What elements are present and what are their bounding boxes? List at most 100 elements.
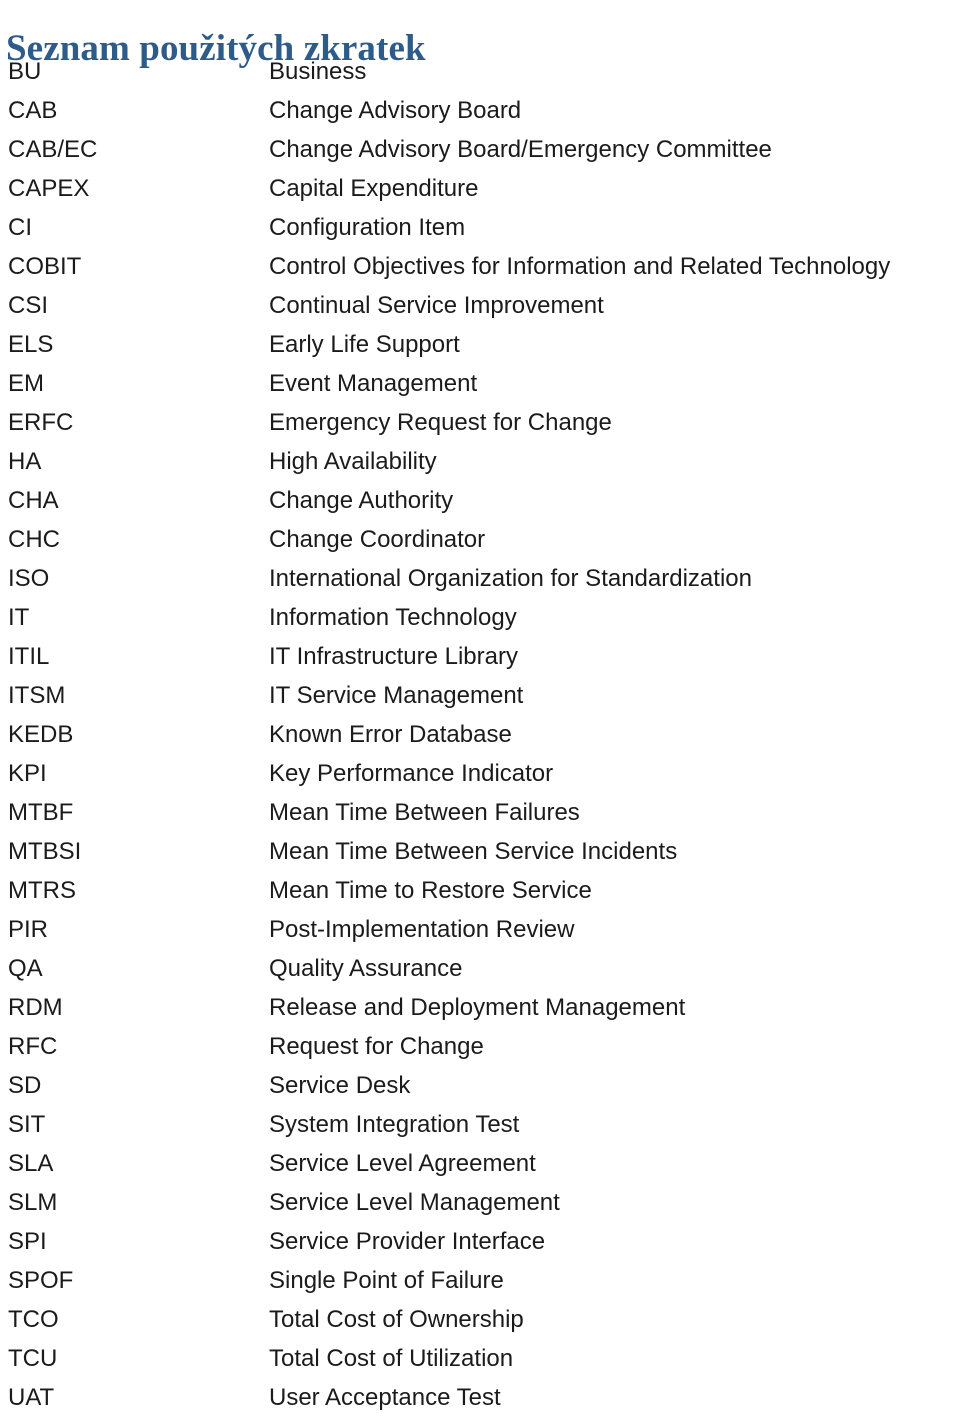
abbreviation-row: KEDB Known Error Database [0, 715, 960, 754]
abbreviation-definition: Business [269, 58, 367, 85]
abbreviation-term: ERFC [8, 409, 74, 436]
abbreviation-row: CSI Continual Service Improvement [0, 286, 960, 325]
abbreviation-term: QA [8, 955, 43, 982]
abbreviation-definition: International Organization for Standardi… [269, 565, 752, 592]
abbreviation-row: PIR Post-Implementation Review [0, 910, 960, 949]
abbreviation-definition: IT Service Management [269, 682, 524, 709]
abbreviation-term: COBIT [8, 253, 82, 280]
abbreviation-definition: Service Desk [269, 1072, 411, 1099]
abbreviation-term: ISO [8, 565, 50, 592]
abbreviation-row: MTRS Mean Time to Restore Service [0, 871, 960, 910]
abbreviation-row: CHC Change Coordinator [0, 520, 960, 559]
abbreviation-list: BU Business CAB Change Advisory Board CA… [0, 52, 960, 1417]
abbreviation-row: MTBSI Mean Time Between Service Incident… [0, 832, 960, 871]
document-page: Seznam použitých zkratek BU Business CAB… [0, 0, 960, 1411]
abbreviation-row: TCU Total Cost of Utilization [0, 1339, 960, 1378]
abbreviation-row: SD Service Desk [0, 1066, 960, 1105]
abbreviation-row: COBIT Control Objectives for Information… [0, 247, 960, 286]
abbreviation-definition: Total Cost of Ownership [269, 1306, 524, 1333]
abbreviation-definition: Service Level Agreement [269, 1150, 536, 1177]
abbreviation-definition: Mean Time Between Failures [269, 799, 580, 826]
abbreviation-term: KPI [8, 760, 47, 787]
abbreviation-row: SPI Service Provider Interface [0, 1222, 960, 1261]
abbreviation-term: SLM [8, 1189, 58, 1216]
abbreviation-row: ITSM IT Service Management [0, 676, 960, 715]
abbreviation-row: CAB/EC Change Advisory Board/Emergency C… [0, 130, 960, 169]
abbreviation-term: EM [8, 370, 44, 397]
abbreviation-term: ITIL [8, 643, 50, 670]
abbreviation-term: RFC [8, 1033, 58, 1060]
abbreviation-definition: Mean Time Between Service Incidents [269, 838, 678, 865]
abbreviation-row: SLM Service Level Management [0, 1183, 960, 1222]
abbreviation-definition: IT Infrastructure Library [269, 643, 518, 670]
abbreviation-row: ERFC Emergency Request for Change [0, 403, 960, 442]
abbreviation-term: RDM [8, 994, 63, 1021]
abbreviation-definition: Configuration Item [269, 214, 466, 241]
abbreviation-term: ITSM [8, 682, 66, 709]
abbreviation-row: MTBF Mean Time Between Failures [0, 793, 960, 832]
abbreviation-term: PIR [8, 916, 49, 943]
abbreviation-row: RFC Request for Change [0, 1027, 960, 1066]
abbreviation-term: MTRS [8, 877, 76, 904]
abbreviation-term: UAT [8, 1384, 55, 1411]
abbreviation-row: SPOF Single Point of Failure [0, 1261, 960, 1300]
abbreviation-term: MTBF [8, 799, 74, 826]
abbreviation-definition: Emergency Request for Change [269, 409, 612, 436]
abbreviation-definition: Capital Expenditure [269, 175, 479, 202]
abbreviation-definition: User Acceptance Test [269, 1384, 501, 1411]
abbreviation-row: RDM Release and Deployment Management [0, 988, 960, 1027]
abbreviation-definition: Change Coordinator [269, 526, 486, 553]
abbreviation-term: SIT [8, 1111, 46, 1138]
abbreviation-row: UAT User Acceptance Test [0, 1378, 960, 1417]
abbreviation-row: SIT System Integration Test [0, 1105, 960, 1144]
abbreviation-term: KEDB [8, 721, 74, 748]
abbreviation-row: CI Configuration Item [0, 208, 960, 247]
abbreviation-row: QA Quality Assurance [0, 949, 960, 988]
abbreviation-term: ELS [8, 331, 54, 358]
abbreviation-definition: Key Performance Indicator [269, 760, 554, 787]
abbreviation-definition: Release and Deployment Management [269, 994, 686, 1021]
abbreviation-row: ISO International Organization for Stand… [0, 559, 960, 598]
abbreviation-row: CAPEX Capital Expenditure [0, 169, 960, 208]
abbreviation-definition: Single Point of Failure [269, 1267, 504, 1294]
abbreviation-term: IT [8, 604, 30, 631]
abbreviation-definition: Early Life Support [269, 331, 460, 358]
abbreviation-row: SLA Service Level Agreement [0, 1144, 960, 1183]
abbreviation-term: CSI [8, 292, 49, 319]
abbreviation-term: SPOF [8, 1267, 74, 1294]
abbreviation-row: CHA Change Authority [0, 481, 960, 520]
abbreviation-definition: Post-Implementation Review [269, 916, 575, 943]
abbreviation-definition: System Integration Test [269, 1111, 520, 1138]
abbreviation-term: TCU [8, 1345, 58, 1372]
abbreviation-term: MTBSI [8, 838, 82, 865]
abbreviation-term: SPI [8, 1228, 47, 1255]
abbreviation-term: CI [8, 214, 32, 241]
abbreviation-definition: Change Advisory Board/Emergency Committe… [269, 136, 772, 163]
abbreviation-definition: Quality Assurance [269, 955, 463, 982]
abbreviation-definition: Control Objectives for Information and R… [269, 253, 891, 280]
abbreviation-definition: Event Management [269, 370, 478, 397]
abbreviation-row: KPI Key Performance Indicator [0, 754, 960, 793]
abbreviation-term: CAPEX [8, 175, 90, 202]
abbreviation-definition: Service Provider Interface [269, 1228, 546, 1255]
abbreviation-row: BU Business [0, 52, 960, 91]
abbreviation-row: TCO Total Cost of Ownership [0, 1300, 960, 1339]
abbreviation-definition: Request for Change [269, 1033, 484, 1060]
abbreviation-row: ITIL IT Infrastructure Library [0, 637, 960, 676]
abbreviation-definition: Known Error Database [269, 721, 512, 748]
abbreviation-row: IT Information Technology [0, 598, 960, 637]
abbreviation-term: SD [8, 1072, 42, 1099]
abbreviation-term: CHA [8, 487, 59, 514]
abbreviation-term: SLA [8, 1150, 54, 1177]
abbreviation-row: CAB Change Advisory Board [0, 91, 960, 130]
abbreviation-term: TCO [8, 1306, 59, 1333]
abbreviation-row: ELS Early Life Support [0, 325, 960, 364]
abbreviation-row: HA High Availability [0, 442, 960, 481]
abbreviation-row: EM Event Management [0, 364, 960, 403]
abbreviation-definition: High Availability [269, 448, 437, 475]
abbreviation-term: CHC [8, 526, 60, 553]
abbreviation-term: CAB/EC [8, 136, 98, 163]
abbreviation-definition: Change Authority [269, 487, 454, 514]
abbreviation-term: BU [8, 58, 42, 85]
abbreviation-definition: Information Technology [269, 604, 517, 631]
